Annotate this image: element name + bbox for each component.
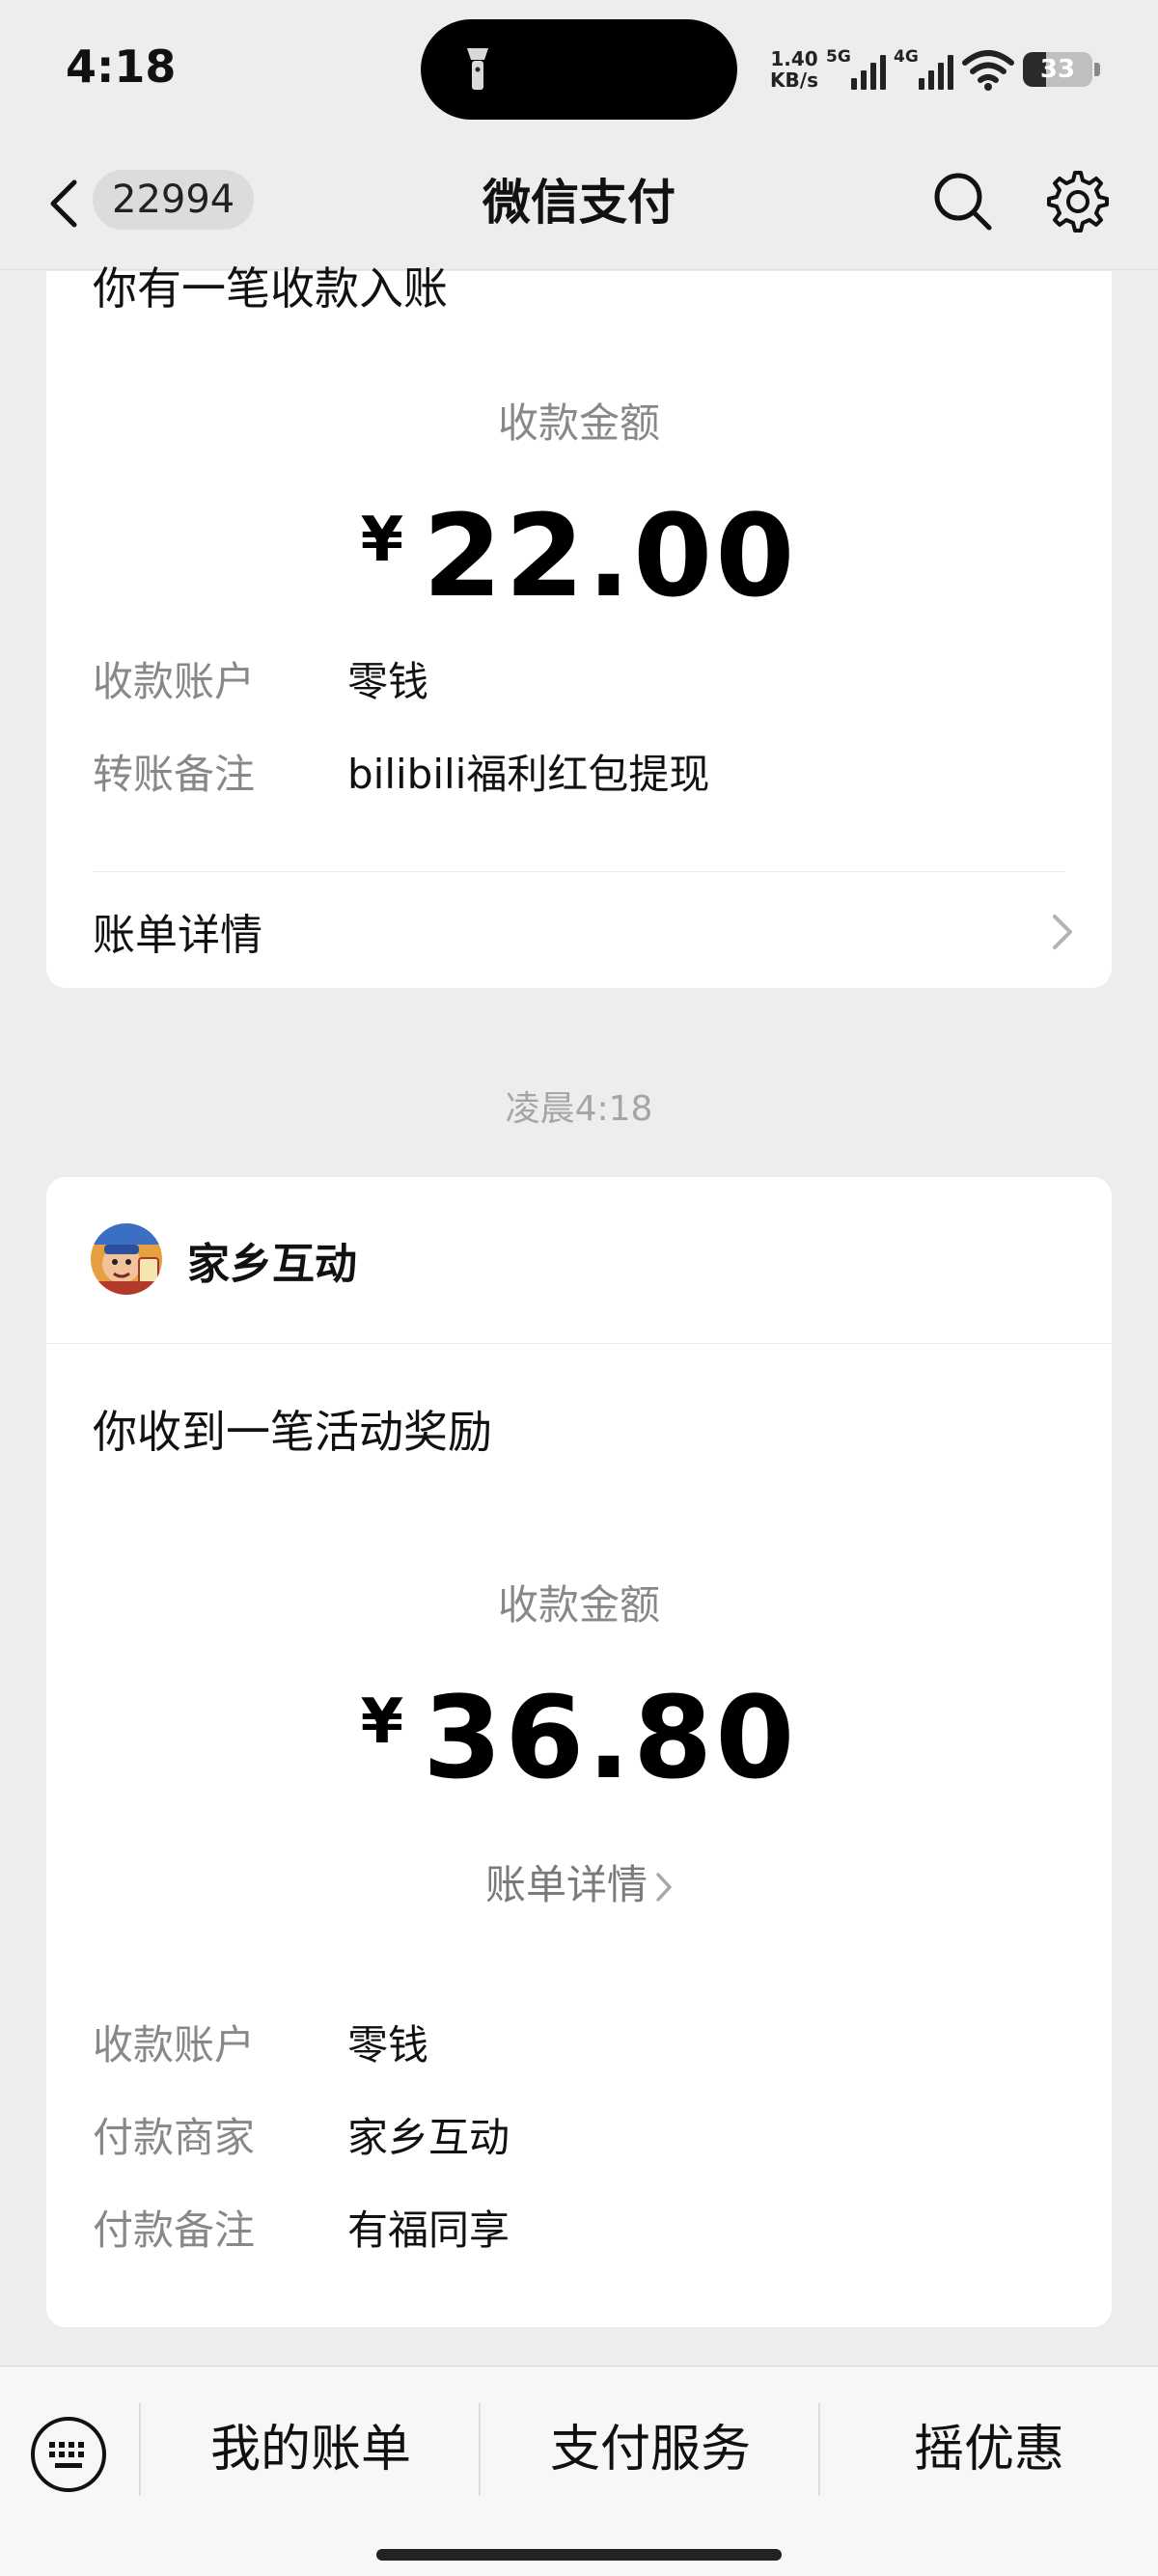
merchant-header[interactable]: 家乡互动 bbox=[46, 1177, 1112, 1344]
wifi-icon bbox=[962, 50, 1014, 91]
flashlight-icon bbox=[467, 48, 488, 90]
detail-value: 有福同享 bbox=[347, 2206, 510, 2254]
detail-value: bilibili福利红包提现 bbox=[347, 751, 710, 798]
bill-details-link[interactable]: 账单详情 bbox=[46, 1852, 1112, 1911]
menu-my-bills[interactable]: 我的账单 bbox=[141, 2403, 481, 2496]
bottom-menu-bar: 我的账单 支付服务 摇优惠 bbox=[0, 2366, 1158, 2576]
currency-symbol: ¥ bbox=[360, 505, 404, 576]
message-headline: 你收到一笔活动奖励 bbox=[93, 1406, 492, 1458]
network-speed-value: 1.40 bbox=[770, 47, 818, 70]
menu-shake-deals[interactable]: 摇优惠 bbox=[820, 2403, 1158, 2496]
status-icons: 1.40 KB/s 5G 4G 33 bbox=[770, 41, 1100, 98]
merchant-name: 家乡互动 bbox=[187, 1240, 357, 1289]
signal-5g-icon: 5G bbox=[826, 47, 886, 92]
battery-tip bbox=[1094, 63, 1100, 76]
home-indicator[interactable] bbox=[376, 2549, 782, 2561]
message-headline: 你有一笔收款入账 bbox=[93, 262, 448, 315]
currency-symbol: ¥ bbox=[360, 1686, 404, 1758]
search-icon[interactable] bbox=[931, 170, 995, 233]
amount-number: 36.80 bbox=[423, 1671, 798, 1804]
detail-value: 零钱 bbox=[347, 2021, 429, 2069]
detail-key: 转账备注 bbox=[93, 751, 256, 798]
bill-details-label: 账单详情 bbox=[93, 911, 262, 960]
gear-icon[interactable] bbox=[1044, 168, 1112, 235]
network-speed-unit: KB/s bbox=[770, 69, 818, 92]
payment-message-card[interactable]: 你有一笔收款入账 收款金额 ¥22.00 收款账户 零钱 转账备注 bilibi… bbox=[46, 262, 1112, 988]
detail-value: 家乡互动 bbox=[347, 2114, 510, 2161]
detail-key: 收款账户 bbox=[93, 658, 256, 705]
signal-4g-label: 4G bbox=[894, 47, 919, 67]
nav-bar: 22994 微信支付 bbox=[0, 135, 1158, 270]
menu-payment-services[interactable]: 支付服务 bbox=[481, 2403, 820, 2496]
network-speed: 1.40 KB/s bbox=[770, 48, 818, 91]
divider bbox=[93, 871, 1065, 872]
keyboard-icon[interactable] bbox=[29, 2415, 108, 2494]
dynamic-island bbox=[421, 19, 737, 120]
bill-details-row[interactable]: 账单详情 bbox=[93, 900, 1073, 962]
amount-number: 22.00 bbox=[423, 489, 798, 622]
battery-icon: 33 bbox=[1023, 52, 1092, 87]
detail-key: 付款商家 bbox=[93, 2114, 256, 2161]
chevron-right-icon bbox=[1053, 915, 1072, 949]
detail-value: 零钱 bbox=[347, 658, 429, 705]
amount-label: 收款金额 bbox=[497, 399, 660, 447]
signal-4g-icon: 4G bbox=[894, 47, 953, 92]
amount-value: ¥36.80 bbox=[46, 1671, 1112, 1804]
signal-5g-label: 5G bbox=[826, 47, 851, 67]
detail-key: 付款备注 bbox=[93, 2206, 256, 2254]
bill-details-label: 账单详情 bbox=[484, 1861, 648, 1908]
amount-value: ¥22.00 bbox=[46, 489, 1112, 622]
amount-label: 收款金额 bbox=[497, 1581, 660, 1629]
detail-key: 收款账户 bbox=[93, 2021, 256, 2069]
status-time: 4:18 bbox=[66, 41, 177, 93]
status-bar: 4:18 1.40 KB/s 5G 4G 33 bbox=[0, 0, 1158, 135]
chevron-right-icon bbox=[656, 1873, 672, 1902]
merchant-logo-icon bbox=[91, 1223, 162, 1295]
wechat-pay-chat-screen: 4:18 1.40 KB/s 5G 4G 33 22994 微信支付 你有一笔收… bbox=[0, 0, 1158, 2576]
merchant-avatar[interactable] bbox=[91, 1223, 162, 1295]
battery-percent: 33 bbox=[1039, 55, 1076, 84]
message-timestamp: 凌晨4:18 bbox=[505, 1089, 653, 1129]
reward-message-card[interactable]: 家乡互动 你收到一笔活动奖励 收款金额 ¥36.80 账单详情 收款账户 零钱 … bbox=[46, 1177, 1112, 2327]
